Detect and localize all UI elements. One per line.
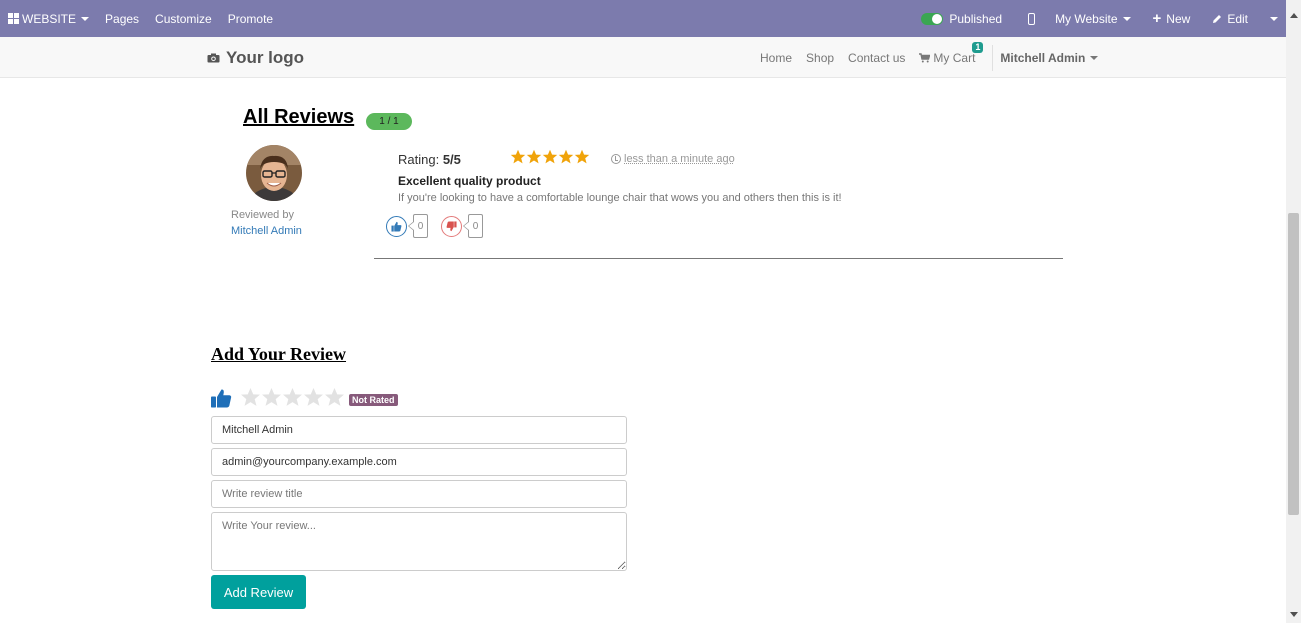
dislike-vote: 0: [441, 214, 483, 238]
edit-button[interactable]: Edit: [1204, 0, 1262, 37]
rating-label: Rating:: [398, 152, 440, 167]
user-name: Mitchell Admin: [1000, 50, 1086, 65]
toggle-switch-icon: [921, 12, 944, 25]
add-review-button[interactable]: Add Review: [211, 575, 306, 609]
review-divider: [374, 258, 1063, 259]
review-text-input[interactable]: [211, 512, 627, 571]
shopping-cart-icon: [919, 52, 931, 62]
new-label: New: [1166, 11, 1191, 26]
review-timestamp: less than a minute ago: [611, 153, 735, 165]
new-button[interactable]: + New: [1145, 0, 1205, 37]
thumbs-up-icon: [391, 221, 402, 232]
add-review-star-input[interactable]: [240, 387, 345, 408]
nav-home[interactable]: Home: [753, 51, 799, 65]
rating-text: Rating: 5/5: [398, 152, 461, 167]
dislike-button[interactable]: [441, 215, 462, 237]
clock-icon: [611, 154, 621, 164]
star-empty-icon[interactable]: [282, 387, 303, 408]
reviewed-by-label: Reviewed by: [231, 209, 294, 221]
star-filled-icon: [558, 149, 574, 164]
scroll-down-arrow-icon[interactable]: [1290, 612, 1298, 617]
thumbs-up-icon: [211, 389, 232, 408]
promote-menu[interactable]: Promote: [220, 0, 281, 37]
logo-text: Your logo: [226, 48, 305, 67]
review-count-badge: 1 / 1: [366, 113, 412, 130]
caret-down-icon: [1090, 55, 1099, 60]
star-filled-icon: [510, 149, 526, 164]
star-filled-icon: [542, 149, 558, 164]
avatar-photo: [246, 145, 302, 201]
review-star-rating: [510, 149, 590, 165]
caret-down-icon: [1122, 16, 1131, 21]
edit-label: Edit: [1227, 11, 1248, 26]
rating-value: 5/5: [442, 152, 461, 167]
dislike-count: 0: [463, 214, 483, 238]
pencil-icon: [1213, 14, 1222, 23]
all-reviews-heading: All Reviews: [243, 106, 355, 128]
reviewer-name-link[interactable]: Mitchell Admin: [231, 225, 302, 237]
nav-shop[interactable]: Shop: [799, 51, 841, 65]
site-logo[interactable]: Your logo: [207, 48, 304, 68]
reviewer-avatar: [246, 145, 302, 201]
review-title: Excellent quality product: [398, 174, 541, 188]
my-website-menu[interactable]: My Website: [1047, 0, 1144, 37]
main-nav: Home Shop Contact us My Cart 1 Mitchell …: [753, 37, 1105, 78]
star-filled-icon: [526, 149, 542, 164]
published-label: Published: [949, 11, 1003, 26]
customize-menu[interactable]: Customize: [147, 0, 220, 37]
mobile-icon: [1028, 12, 1036, 25]
website-menu-label: WEBSITE: [22, 11, 77, 26]
apps-grid-icon: [8, 13, 19, 24]
caret-down-icon: [1270, 16, 1278, 21]
star-empty-icon[interactable]: [261, 387, 282, 408]
review-title-input[interactable]: [211, 480, 627, 508]
like-count: 0: [408, 214, 428, 238]
my-website-label: My Website: [1055, 11, 1118, 26]
plus-icon: +: [1152, 9, 1162, 27]
edit-dropdown-toggle[interactable]: [1262, 0, 1286, 37]
cart-label: My Cart: [933, 50, 976, 65]
pages-menu[interactable]: Pages: [97, 0, 147, 37]
nav-contact[interactable]: Contact us: [841, 51, 912, 65]
camera-icon: [207, 53, 220, 63]
user-menu[interactable]: Mitchell Admin: [993, 51, 1105, 65]
star-empty-icon[interactable]: [240, 387, 261, 408]
caret-down-icon: [81, 16, 90, 21]
thumbs-down-icon: [446, 220, 457, 231]
review-time-text: less than a minute ago: [624, 153, 735, 165]
site-header: Your logo Home Shop Contact us My Cart 1…: [0, 37, 1286, 78]
star-empty-icon[interactable]: [303, 387, 324, 408]
page-scrollbar-thumb[interactable]: [1288, 213, 1299, 515]
reviewer-name-input[interactable]: [211, 416, 627, 444]
reviewer-email-input[interactable]: [211, 448, 627, 476]
cart-count-badge: 1: [972, 41, 984, 53]
add-review-heading: Add Your Review: [211, 344, 347, 364]
star-empty-icon[interactable]: [324, 387, 345, 408]
like-vote: 0: [386, 214, 428, 238]
mobile-preview-button[interactable]: [1016, 0, 1047, 37]
published-toggle[interactable]: Published: [913, 0, 1016, 37]
scroll-up-arrow-icon[interactable]: [1290, 13, 1298, 18]
review-body: If you're looking to have a comfortable …: [398, 192, 842, 204]
not-rated-badge: Not Rated: [349, 394, 398, 406]
nav-cart[interactable]: My Cart 1: [912, 41, 984, 65]
website-menu-button[interactable]: WEBSITE: [0, 0, 97, 37]
star-filled-icon: [574, 149, 590, 164]
website-admin-bar: WEBSITE Pages Customize Promote Publishe…: [0, 0, 1286, 37]
like-button[interactable]: [386, 215, 407, 237]
